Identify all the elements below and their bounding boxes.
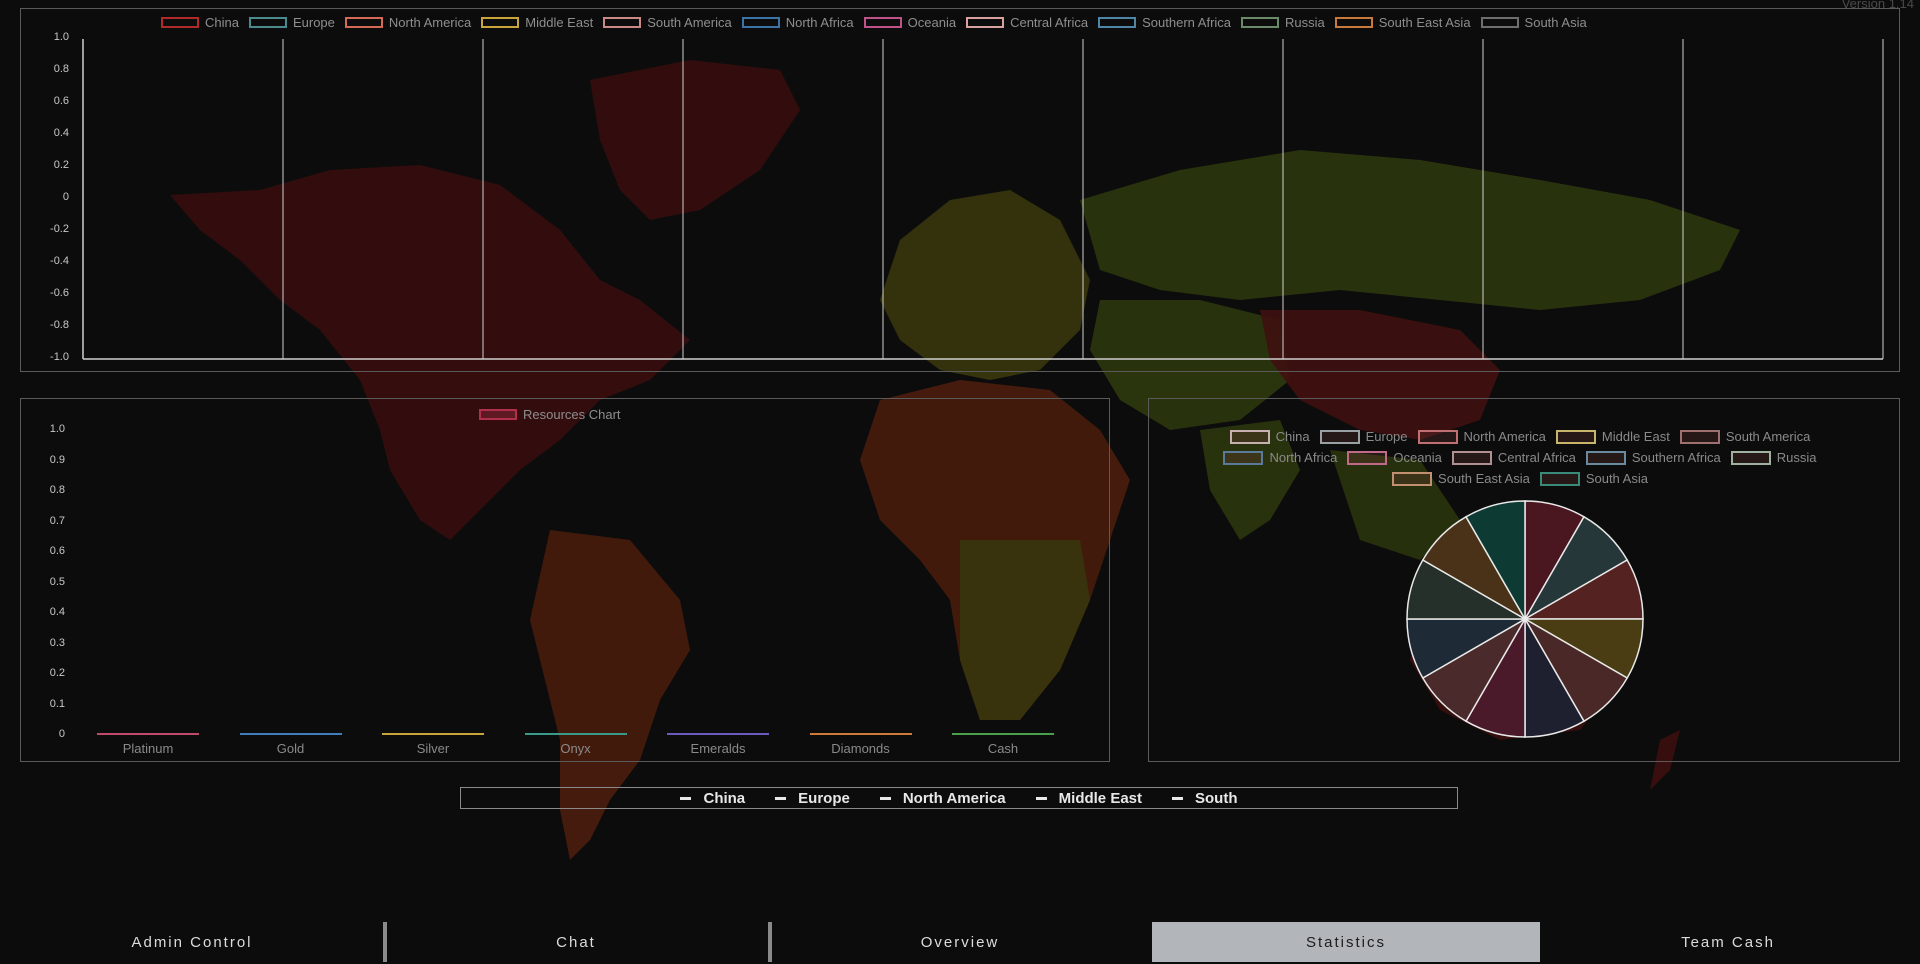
legend-swatch — [479, 409, 517, 420]
y-tick-label: 0.4 — [49, 606, 65, 618]
region-option-middle-east[interactable]: Middle East — [1035, 789, 1143, 807]
bar-cash — [952, 733, 1054, 735]
region-option-south[interactable]: South — [1172, 790, 1238, 807]
bar-onyx — [524, 733, 627, 735]
region-label: North America — [902, 789, 1006, 807]
region-label: South — [1195, 789, 1238, 807]
top-chart-plot — [82, 39, 1884, 360]
nav-tab-statistics[interactable]: Statistics — [1152, 922, 1540, 962]
region-option-china[interactable]: China — [680, 790, 745, 807]
bar-gold — [239, 733, 342, 735]
y-tick-label: 0.2 — [49, 667, 65, 679]
category-label: Diamonds — [831, 741, 890, 756]
resources-chart-legend: Resources Chart — [479, 407, 631, 422]
region-option-europe[interactable]: Europe — [775, 790, 850, 807]
region-label: China — [703, 789, 746, 807]
y-tick-label: 0.6 — [49, 545, 65, 557]
y-tick-label: 0 — [58, 728, 65, 740]
category-label: Silver — [416, 741, 450, 756]
nav-tab-team-cash[interactable]: Team Cash — [1536, 922, 1920, 962]
dash-icon — [680, 796, 692, 800]
dash-icon — [775, 796, 787, 800]
dash-icon — [1035, 796, 1047, 800]
category-label: Emeralds — [690, 741, 746, 756]
category-label: Platinum — [122, 741, 174, 756]
y-tick-label: 0.8 — [49, 484, 65, 496]
y-tick-label: 0.5 — [49, 575, 65, 588]
resources-chart: Resources Chart 1.0 0.9 0.8 0.7 0.6 0.5 0.4 0.3… — [20, 398, 1110, 762]
region-option-north-america[interactable]: North America — [879, 789, 1006, 807]
bar-platinum — [97, 733, 199, 735]
y-tick-label: 0.7 — [49, 514, 65, 527]
region-label: Middle East — [1058, 789, 1143, 807]
y-tick-label: 0.9 — [49, 453, 65, 466]
nav-tab-admin-control[interactable]: Admin Control — [0, 922, 384, 962]
region-trend-chart: China Europe North America Middle East South… — [20, 8, 1900, 372]
region-share-pie-chart: China Europe North America Middle East South… — [1148, 398, 1900, 762]
dash-icon — [879, 796, 891, 800]
category-label: Cash — [987, 741, 1019, 756]
legend-label: Resources Chart — [523, 407, 621, 422]
legend-item-resources: Resources Chart — [479, 407, 621, 422]
y-tick-label: 1.0 — [49, 423, 65, 435]
bar-emeralds — [667, 733, 769, 735]
category-label: Onyx — [560, 741, 591, 756]
pie-chart-plot — [1406, 500, 1644, 738]
nav-tab-overview[interactable]: Overview — [768, 922, 1152, 962]
bar-silver — [382, 733, 484, 735]
bottom-navigation: Admin Control Chat Overview Statistics Team … — [0, 922, 1920, 964]
region-label: Europe — [798, 789, 850, 807]
category-label: Gold — [276, 741, 305, 756]
y-tick-label: 0.1 — [49, 697, 65, 710]
bar-diamonds — [809, 733, 912, 735]
region-selector-bar: China Europe North America Middle East South — [460, 787, 1458, 809]
y-tick-label: 0.3 — [49, 636, 65, 649]
dash-icon — [1172, 796, 1184, 800]
nav-tab-chat[interactable]: Chat — [384, 922, 768, 962]
